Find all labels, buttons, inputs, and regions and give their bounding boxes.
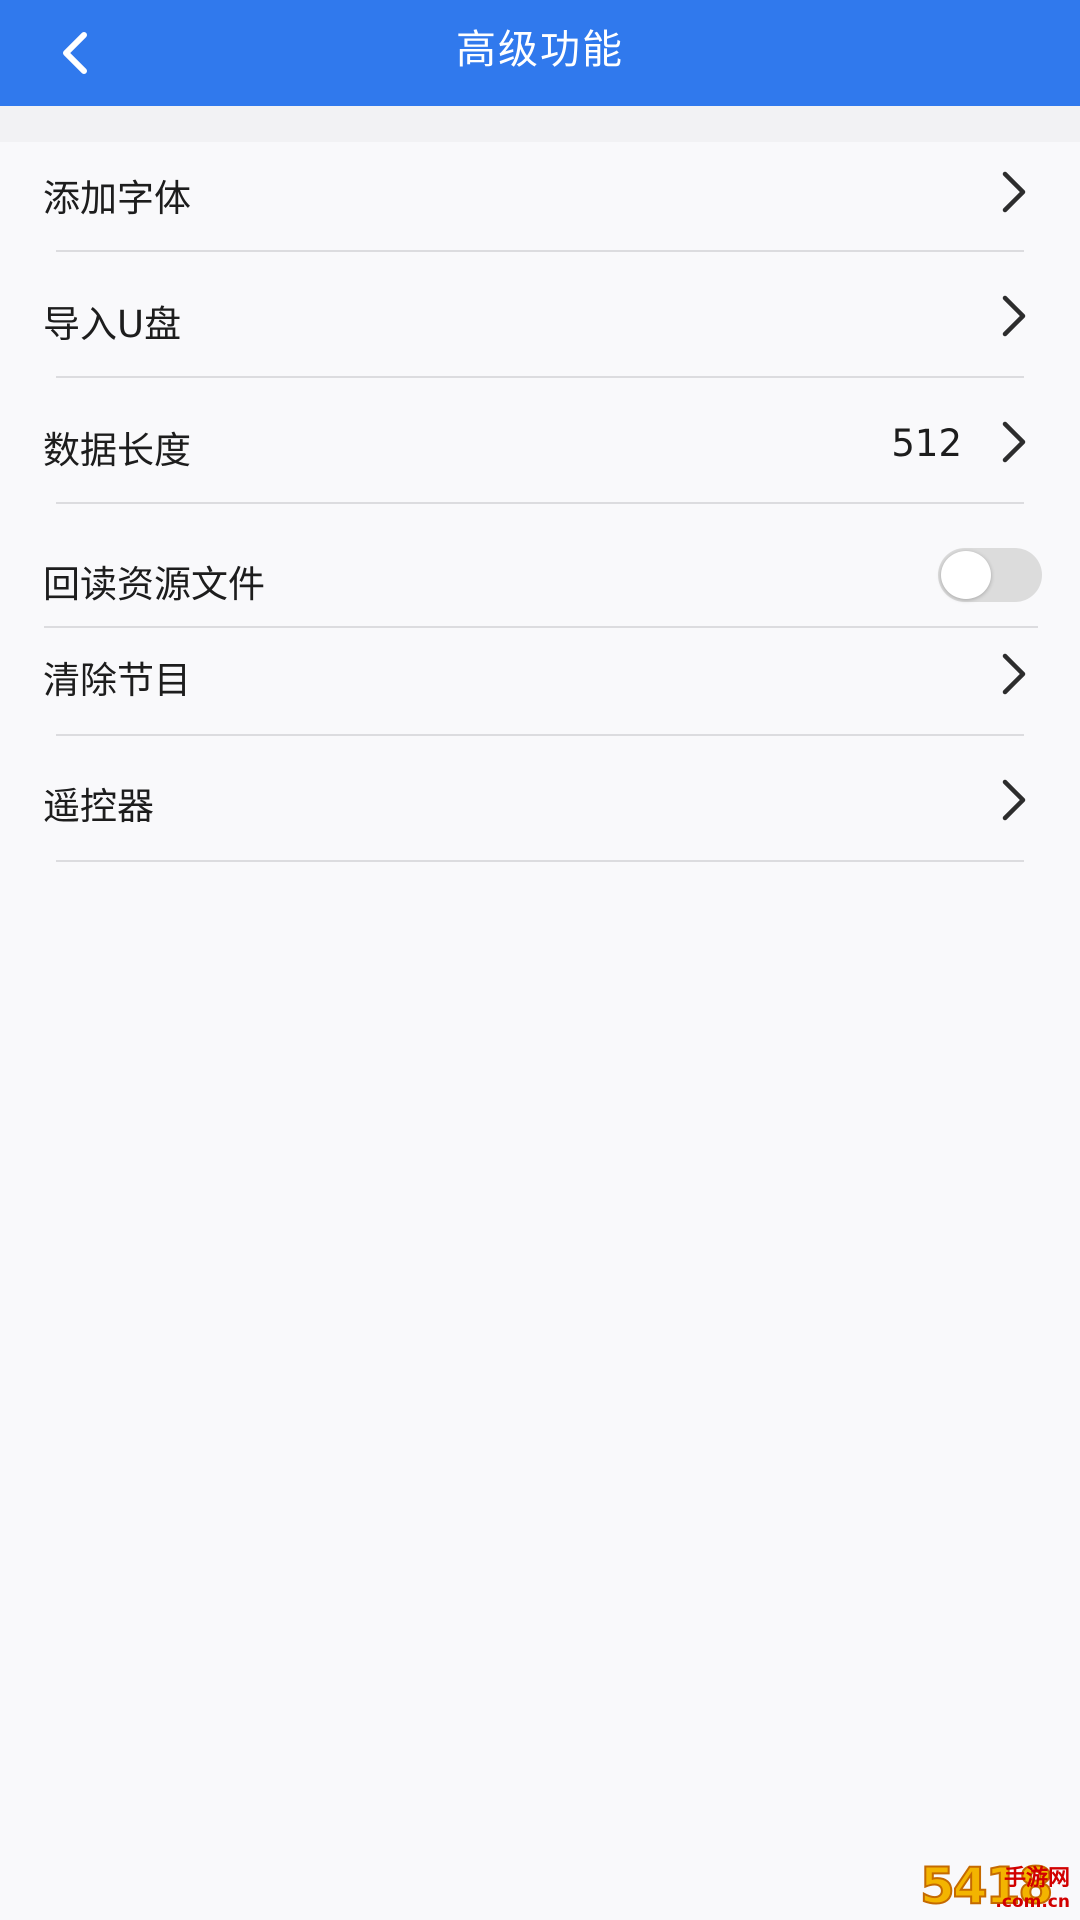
watermark-domain: .com.cn (995, 1892, 1070, 1912)
chevron-right-icon (1002, 171, 1026, 213)
settings-item-add-font[interactable]: 添加字体 (0, 132, 1080, 252)
settings-item-clear-programs[interactable]: 清除节目 (0, 628, 1080, 734)
settings-item-remote-control[interactable]: 遥控器 (0, 736, 1080, 860)
settings-item-label: 清除节目 (43, 659, 191, 702)
chevron-right-icon (1002, 421, 1026, 463)
app-header: 高级功能 (0, 0, 1080, 106)
chevron-right-icon (1002, 295, 1026, 337)
settings-item-label: 回读资源文件 (43, 563, 265, 606)
settings-item-readback-resources: 回读资源文件 (0, 504, 1080, 626)
readback-resources-toggle[interactable] (938, 548, 1042, 602)
chevron-right-icon (1002, 653, 1026, 695)
settings-item-data-length[interactable]: 数据长度 512 (0, 378, 1080, 502)
settings-item-label: 添加字体 (43, 177, 191, 220)
toggle-knob (941, 551, 991, 599)
settings-item-import-usb[interactable]: 导入U盘 (0, 252, 1080, 376)
divider (56, 860, 1024, 862)
site-watermark: 5418 手游网 .com.cn (919, 1859, 1070, 1913)
data-length-value: 512 (891, 422, 962, 465)
settings-item-label: 数据长度 (43, 429, 191, 472)
page-title: 高级功能 (456, 27, 624, 73)
watermark-site-name: 手游网 (1003, 1866, 1070, 1891)
chevron-right-icon (1002, 779, 1026, 821)
settings-item-label: 遥控器 (43, 785, 154, 828)
settings-item-label: 导入U盘 (43, 303, 182, 346)
